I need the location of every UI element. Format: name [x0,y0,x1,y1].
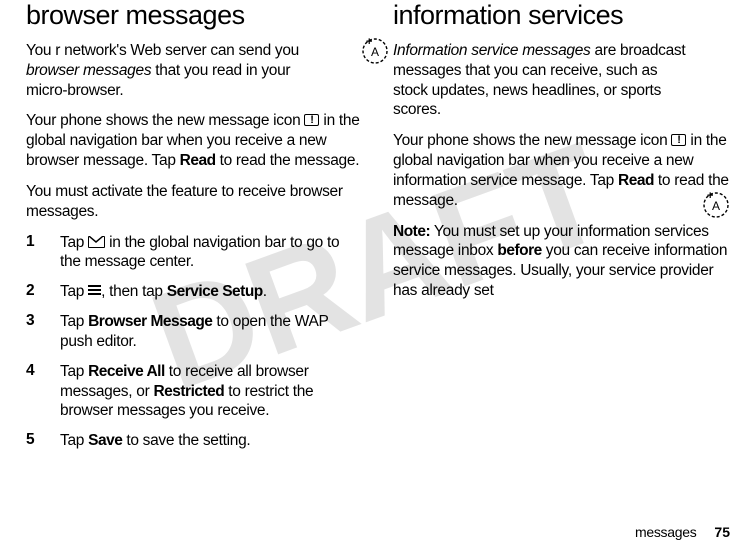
step-text: Tap Receive All to receive all browser m… [60,362,363,421]
step-text: Tap Browser Message to open the WAP push… [60,312,363,352]
text: , then tap [101,283,167,300]
text: to save the setting. [122,432,250,449]
alert-icon [671,134,686,146]
paragraph: Your phone shows the new message icon in… [393,131,730,210]
step-number: 1 [26,233,60,273]
step-text: Tap Save to save the setting. [60,431,363,451]
page-content: browser messages You r network's Web ser… [0,0,756,500]
step-4: 4 Tap Receive All to receive all browser… [26,362,363,421]
step-number: 5 [26,431,60,451]
text-bold: Browser Message [88,313,212,330]
text: Tap [60,313,88,330]
text: Tap [60,363,88,380]
text: . [263,283,267,300]
text: Tap [60,234,88,251]
text-bold: Save [88,432,122,449]
step-3: 3 Tap Browser Message to open the WAP pu… [26,312,363,352]
text-italic: Information service messages [393,42,591,59]
paragraph: You r network's Web server can send you … [26,41,363,100]
alert-icon [304,114,319,126]
text: Your phone shows the new message icon [393,132,671,149]
text-bold: before [497,242,541,259]
step-number: 3 [26,312,60,352]
menu-icon [88,285,101,295]
paragraph: Information service messages are broadca… [393,41,730,120]
page-footer: messages 75 [635,524,730,540]
step-number: 2 [26,282,60,302]
page-number: 75 [714,524,730,540]
text: Tap [60,432,88,449]
envelope-icon [88,236,105,248]
heading-browser-messages: browser messages [26,0,363,31]
text-bold: Read [618,172,654,189]
footer-section: messages [635,524,696,540]
text-bold: Note: [393,223,430,240]
paragraph: Note: You must set up your information s… [393,222,730,301]
text-bold: Receive All [88,363,165,380]
step-1: 1 Tap in the global navigation bar to go… [26,233,363,273]
step-number: 4 [26,362,60,421]
text-bold: Read [180,152,216,169]
step-text: Tap , then tap Service Setup. [60,282,363,302]
text-bold: Restricted [153,383,224,400]
text: Tap [60,283,88,300]
step-2: 2 Tap , then tap Service Setup. [26,282,363,302]
text-italic: browser messages [26,62,151,79]
text-bold: Service Setup [167,283,263,300]
paragraph: Your phone shows the new message icon in… [26,111,363,170]
paragraph: You must activate the feature to receive… [26,182,363,222]
text: to read the message. [216,152,360,169]
step-5: 5 Tap Save to save the setting. [26,431,363,451]
text: You r network's Web server can send you [26,42,299,59]
step-text: Tap in the global navigation bar to go t… [60,233,363,273]
text: Your phone shows the new message icon [26,112,304,129]
heading-information-services: information services [393,0,730,31]
